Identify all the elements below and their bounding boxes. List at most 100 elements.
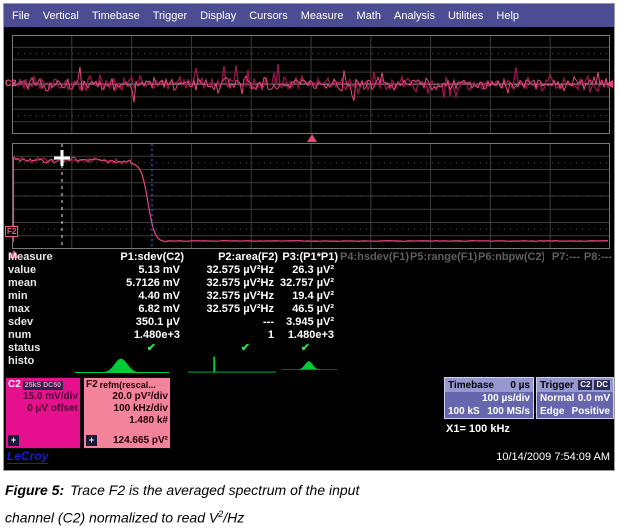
measure-cell-sdev-p1: 350.1 µV [60, 316, 186, 329]
trigger-level: 0.0 mV [578, 392, 610, 405]
menu-vertical[interactable]: Vertical [43, 10, 79, 22]
math-f2-box[interactable]: F2 refm(rescal... 20.0 pV²/div 100 kHz/d… [83, 377, 171, 449]
measure-cell-value-p7 [544, 264, 582, 277]
measure-status-check [582, 342, 614, 355]
measure-column-header-p3[interactable]: P3:(P1*P1) [280, 250, 340, 264]
measure-cell-min-p2: 32.575 µV²Hz [186, 290, 280, 303]
crosshair-icon: + [8, 435, 19, 446]
f2-trace-label: F2 [5, 226, 18, 237]
measure-column-header-p7[interactable]: P7:--- [544, 250, 582, 264]
menu-display[interactable]: Display [200, 10, 236, 22]
timebase-title: Timebase [448, 379, 494, 392]
measure-cell-num-p7 [544, 329, 582, 342]
measure-row-value: value5.13 mV32.575 µV²Hz26.3 µV² [6, 264, 614, 277]
measure-row-label: num [6, 329, 60, 342]
measure-histo-sparkline [478, 355, 544, 377]
measure-status-check: ✔ [60, 342, 186, 355]
measure-cell-value-p8 [582, 264, 614, 277]
menu-file[interactable]: File [12, 10, 30, 22]
measure-cell-num-p6 [478, 329, 544, 342]
measure-cell-max-p4 [340, 303, 410, 316]
measure-cell-max-p2: 32.575 µV²Hz [186, 303, 280, 316]
menu-trigger[interactable]: Trigger [153, 10, 187, 22]
measure-row-label: mean [6, 277, 60, 290]
measure-histo-sparkline [340, 355, 410, 377]
measure-column-header-p2[interactable]: P2:area(F2) [186, 250, 280, 264]
measure-status-check: ✔ [280, 342, 340, 355]
menu-timebase[interactable]: Timebase [92, 10, 140, 22]
measure-body: value5.13 mV32.575 µV²Hz26.3 µV²mean5.71… [6, 264, 614, 377]
c2-trace-label: C2 [5, 78, 17, 88]
menu-analysis[interactable]: Analysis [394, 10, 435, 22]
measure-column-header-p5[interactable]: P5:range(F1) [410, 250, 478, 264]
measure-cell-value-p1: 5.13 mV [60, 264, 186, 277]
trigger-type: Edge [540, 405, 564, 418]
menu-help[interactable]: Help [496, 10, 519, 22]
measure-cell-min-p4 [340, 290, 410, 303]
measure-cell-sdev-p8 [582, 316, 614, 329]
figure-caption: Figure 5:Trace F2 is the averaged spectr… [5, 478, 359, 530]
math-f2-name: F2 [86, 379, 98, 391]
c2-waveform-grid [12, 35, 610, 134]
menu-cursors[interactable]: Cursors [249, 10, 288, 22]
measure-cell-max-p5 [410, 303, 478, 316]
trigger-box[interactable]: Trigger C2 DC Normal 0.0 mV Edge Positiv… [536, 377, 614, 419]
measure-cell-mean-p8 [582, 277, 614, 290]
measure-histo-sparkline [186, 355, 280, 377]
figure-caption-line2: channel (C2) normalized to read V [5, 510, 218, 526]
trigger-title: Trigger [540, 379, 574, 392]
cursor-readout: X1= 100 kHz [446, 423, 510, 435]
measure-row-histo: histo [6, 355, 614, 377]
oscilloscope-screen: File Vertical Timebase Trigger Display C… [3, 3, 615, 471]
measure-column-header-p1[interactable]: P1:sdev(C2) [60, 250, 186, 264]
measure-cell-sdev-p2: --- [186, 316, 280, 329]
menu-bar: File Vertical Timebase Trigger Display C… [4, 4, 614, 27]
measure-histo-sparkline [582, 355, 614, 377]
measure-cell-mean-p1: 5.7126 mV [60, 277, 186, 290]
measure-histo-sparkline [60, 355, 186, 377]
measure-row-status: status✔✔✔ [6, 342, 614, 355]
crosshair-icon: + [86, 435, 97, 446]
measure-cell-value-p5 [410, 264, 478, 277]
measure-cell-sdev-p7 [544, 316, 582, 329]
measure-column-header-p6[interactable]: P6:nbpw(C2) [478, 250, 544, 264]
trigger-mode: Normal [540, 392, 574, 405]
trigger-coupling-badge: DC [594, 380, 610, 390]
measure-cell-min-p3: 19.4 µV² [280, 290, 340, 303]
measure-cell-value-p2: 32.575 µV²Hz [186, 264, 280, 277]
measure-cell-sdev-p4 [340, 316, 410, 329]
menu-utilities[interactable]: Utilities [448, 10, 483, 22]
menu-math[interactable]: Math [357, 10, 381, 22]
measure-status-check [544, 342, 582, 355]
menu-measure[interactable]: Measure [301, 10, 344, 22]
channel-c2-coupling-badge: 25kS DC50 [23, 381, 63, 390]
c2-level-marker[interactable] [606, 80, 613, 88]
measure-cell-min-p5 [410, 290, 478, 303]
measure-status-check: ✔ [186, 342, 280, 355]
measure-row-label: histo [6, 355, 60, 377]
timebase-samples: 100 kS [448, 405, 480, 418]
measure-row-min: min4.40 mV32.575 µV²Hz19.4 µV² [6, 290, 614, 303]
measure-cell-mean-p4 [340, 277, 410, 290]
f2-spectrum-grid [12, 143, 610, 249]
measure-row-label: max [6, 303, 60, 316]
measure-row-label: value [6, 264, 60, 277]
math-f2-hscale: 100 kHz/div [86, 403, 168, 415]
measure-column-header-p4[interactable]: P4:hsdev(F1) [340, 250, 410, 264]
channel-c2-name: C2 [8, 379, 21, 391]
measure-row-sdev: sdev350.1 µV---3.945 µV² [6, 316, 614, 329]
trigger-time-marker[interactable] [307, 134, 317, 142]
timebase-box[interactable]: Timebase 0 µs 100 µs/div 100 kS 100 MS/s [444, 377, 534, 419]
channel-c2-scale: 15.0 mV/div [8, 391, 78, 403]
timebase-delay: 0 µs [510, 379, 530, 392]
trigger-slope: Positive [572, 405, 610, 418]
measure-cell-num-p2: 1 [186, 329, 280, 342]
measure-cell-max-p7 [544, 303, 582, 316]
channel-c2-box[interactable]: C2 25kS DC50 15.0 mV/div 0 µV offset + [5, 377, 81, 449]
measure-cell-num-p5 [410, 329, 478, 342]
math-f2-sweeps: 1.480 k# [86, 415, 168, 427]
figure-caption-line2-unit: /Hz [223, 510, 244, 526]
measure-cell-max-p6 [478, 303, 544, 316]
measure-column-header-p8[interactable]: P8:--- [582, 250, 614, 264]
measure-cell-max-p1: 6.82 mV [60, 303, 186, 316]
